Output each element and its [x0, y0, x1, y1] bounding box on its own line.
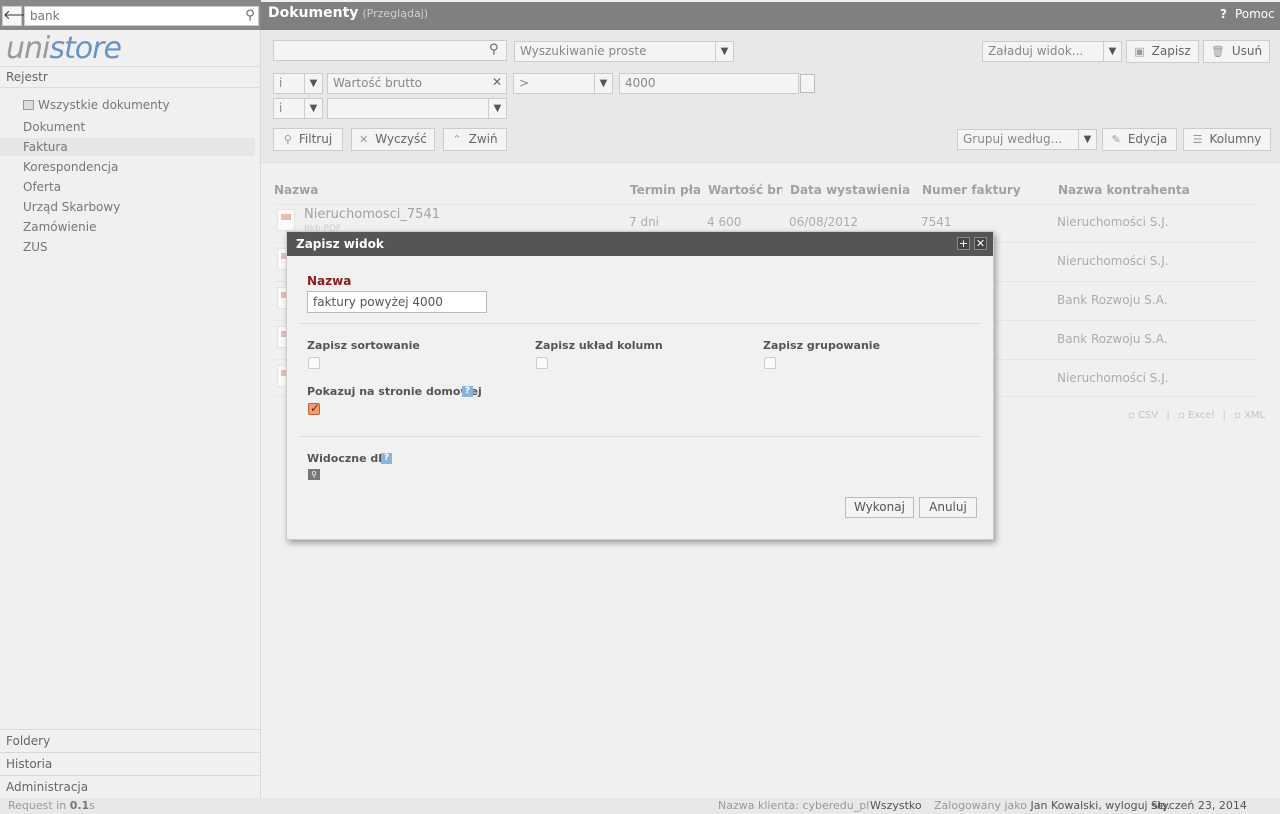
chevron-up-icon: ⌃	[452, 133, 462, 146]
sidebar-item-zamowienie[interactable]: Zamówienie	[23, 218, 255, 236]
page-title: Dokumenty (Przeglądaj)	[268, 5, 429, 21]
sidebar-section-rejestr[interactable]: Rejestr	[0, 66, 261, 88]
visible-for-label: Widoczne dla	[307, 452, 390, 465]
save-grouping-checkbox[interactable]	[764, 357, 776, 369]
help-icon[interactable]: ?	[462, 386, 473, 397]
show-home-checkbox[interactable]	[308, 401, 320, 415]
sidebar-section-administracja[interactable]: Administracja	[0, 775, 261, 798]
request-time: Request in 0.1s	[8, 799, 95, 812]
cond1-field-select[interactable]: Wartość brutto	[327, 73, 507, 94]
status-bar: Request in 0.1s Nazwa klienta: cyberedu_…	[0, 798, 1280, 814]
save-sort-checkbox[interactable]	[308, 357, 320, 369]
execute-button[interactable]: Wykonaj	[845, 497, 914, 518]
main-search-input[interactable]	[273, 40, 507, 61]
page-subtitle: (Przeglądaj)	[362, 7, 429, 20]
delete-view-button[interactable]: 🗑 Usuń	[1203, 40, 1270, 63]
clear-field-icon[interactable]: ✕	[492, 75, 502, 89]
columns-button[interactable]: ☰ Kolumny	[1183, 128, 1271, 151]
chevron-down-icon: ▼	[1103, 42, 1121, 61]
sidebar-search-input[interactable]: bank	[24, 6, 259, 26]
sidebar-item-urzad-skarbowy[interactable]: Urząd Skarbowy	[23, 198, 255, 216]
help-icon[interactable]: ?	[381, 453, 392, 464]
name-label: Nazwa	[307, 274, 352, 288]
sidebar-item-zus[interactable]: ZUS	[23, 238, 255, 256]
sidebar-item-faktura[interactable]: Faktura	[0, 138, 255, 156]
back-button[interactable]: 🡐	[2, 6, 38, 26]
edit-button[interactable]: ✎ Edycja	[1102, 128, 1177, 151]
chevron-down-icon: ▼	[594, 74, 612, 93]
disk-icon: ▣	[1134, 45, 1145, 58]
save-view-dialog: Zapisz widok + ✕ Nazwa faktury powyżej 4…	[286, 231, 994, 540]
save-columns-label: Zapisz układ kolumn	[535, 339, 663, 352]
search-mode-select[interactable]: Wyszukiwanie proste	[514, 41, 734, 62]
sidebar-item-korespondencja[interactable]: Korespondencja	[23, 158, 255, 176]
filter-button[interactable]: ⚲ Filtruj	[273, 128, 343, 151]
calculator-icon[interactable]	[800, 74, 815, 93]
user-name[interactable]: Jan Kowalski	[1031, 799, 1099, 812]
sidebar-section-historia[interactable]: Historia	[0, 752, 261, 775]
pencil-icon: ✎	[1111, 133, 1121, 146]
chevron-down-icon: ▼	[1078, 130, 1096, 149]
save-columns-checkbox[interactable]	[536, 357, 548, 369]
clear-button[interactable]: ✕ Wyczyść	[351, 128, 435, 151]
cancel-button[interactable]: Anuluj	[919, 497, 977, 518]
divider	[299, 323, 981, 324]
collapse-button[interactable]: ⌃ Zwiń	[443, 128, 507, 151]
client-name: Nazwa klienta: cyberedu_pl	[718, 799, 870, 812]
datetime: Styczeń 23, 2014 16:57:45	[1151, 799, 1247, 812]
logo: unistore	[6, 31, 122, 66]
group-by-select[interactable]: Grupuj według...	[957, 129, 1097, 150]
sidebar-item-all-documents[interactable]: Wszystkie dokumenty	[23, 96, 255, 114]
help-link[interactable]: ? Pomoc	[1220, 7, 1275, 21]
save-view-button[interactable]: ▣ Zapisz	[1126, 40, 1199, 63]
close-icon: ✕	[359, 133, 369, 146]
close-icon[interactable]: ✕	[974, 237, 987, 250]
search-icon[interactable]: ⚲	[489, 42, 499, 57]
sidebar-item-dokument[interactable]: Dokument	[23, 118, 255, 136]
divider	[299, 436, 981, 437]
search-icon[interactable]: ⚲	[240, 6, 260, 26]
trash-icon: 🗑	[1210, 45, 1225, 58]
save-sort-label: Zapisz sortowanie	[307, 339, 420, 352]
load-view-select[interactable]: Załaduj widok...	[982, 41, 1122, 62]
save-grouping-label: Zapisz grupowanie	[763, 339, 881, 352]
cond2-field-select[interactable]	[327, 98, 507, 119]
sidebar-section-foldery[interactable]: Foldery	[0, 729, 261, 752]
columns-icon: ☰	[1192, 133, 1203, 146]
help-icon: ?	[1220, 7, 1227, 21]
chevron-down-icon: ▼	[715, 42, 733, 61]
show-home-label: Pokazuj na stronie domowej	[307, 385, 482, 398]
folder-icon	[23, 100, 34, 110]
view-name-input[interactable]: faktury powyżej 4000	[307, 291, 487, 313]
maximize-icon[interactable]: +	[957, 237, 970, 250]
chevron-down-icon: ▼	[488, 99, 506, 118]
search-icon: ⚲	[283, 133, 292, 146]
sidebar-item-oferta[interactable]: Oferta	[23, 178, 255, 196]
dialog-title[interactable]: Zapisz widok	[287, 232, 993, 256]
cond1-value-input[interactable]: 4000	[619, 73, 799, 94]
scope-all-link[interactable]: Wszystko	[870, 798, 922, 814]
search-icon[interactable]: ⚲	[308, 469, 320, 480]
chevron-down-icon: ▼	[304, 99, 322, 118]
chevron-down-icon: ▼	[304, 74, 322, 93]
logged-in-info: Zalogowany jako Jan Kowalski, wyloguj si…	[934, 799, 1171, 812]
